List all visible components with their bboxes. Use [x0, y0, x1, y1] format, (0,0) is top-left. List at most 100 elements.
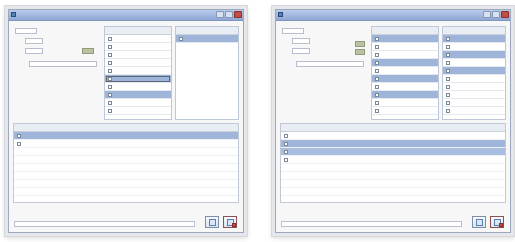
list-row[interactable]: [105, 35, 171, 43]
checkbox-icon[interactable]: [375, 109, 379, 113]
checkbox-icon[interactable]: [446, 77, 450, 81]
checkbox-icon[interactable]: [179, 37, 183, 41]
checkbox-icon[interactable]: [108, 101, 112, 105]
selected-row[interactable]: [372, 91, 438, 99]
detail-row[interactable]: [176, 35, 238, 43]
checkbox-icon[interactable]: [446, 93, 450, 97]
detail-row[interactable]: [443, 107, 505, 115]
maximize-icon[interactable]: [225, 11, 233, 18]
list-row[interactable]: [105, 43, 171, 51]
grid-row[interactable]: [281, 156, 505, 164]
list-row[interactable]: [372, 67, 438, 75]
detail-row[interactable]: [443, 51, 505, 59]
checkbox-icon[interactable]: [375, 69, 379, 73]
grid-row[interactable]: [281, 140, 505, 148]
list-row[interactable]: [105, 99, 171, 107]
checkbox-icon[interactable]: [446, 53, 450, 57]
checkbox-icon[interactable]: [17, 142, 21, 146]
checkbox-icon[interactable]: [446, 61, 450, 65]
checkbox-icon[interactable]: [375, 61, 379, 65]
checkbox-icon[interactable]: [108, 85, 112, 89]
field-box[interactable]: [25, 48, 43, 54]
combo-box[interactable]: [296, 61, 364, 67]
checkbox-icon[interactable]: [284, 134, 288, 138]
detail-row[interactable]: [443, 67, 505, 75]
list-row[interactable]: [372, 107, 438, 115]
checkbox-icon[interactable]: [108, 93, 112, 97]
checkbox-icon[interactable]: [108, 37, 112, 41]
detail-row[interactable]: [443, 59, 505, 67]
detail-row[interactable]: [443, 75, 505, 83]
checkbox-icon[interactable]: [446, 45, 450, 49]
checkbox-icon[interactable]: [108, 109, 112, 113]
checkbox-icon[interactable]: [375, 77, 379, 81]
checkbox-icon[interactable]: [446, 85, 450, 89]
checkbox-icon[interactable]: [446, 69, 450, 73]
checkbox-icon[interactable]: [446, 37, 450, 41]
grid-row[interactable]: [281, 188, 505, 196]
selected-row[interactable]: [372, 75, 438, 83]
grid-row[interactable]: [281, 164, 505, 172]
selected-row[interactable]: [372, 59, 438, 67]
document-icon-button[interactable]: [472, 216, 486, 228]
grid-row[interactable]: [281, 180, 505, 188]
close-icon[interactable]: [501, 11, 509, 18]
checkbox-icon[interactable]: [108, 61, 112, 65]
field-box[interactable]: [292, 38, 310, 44]
selected-row[interactable]: [372, 35, 438, 43]
combo-box[interactable]: [29, 61, 97, 67]
grid-row[interactable]: [14, 148, 238, 156]
checkbox-icon[interactable]: [446, 101, 450, 105]
checkbox-icon[interactable]: [375, 101, 379, 105]
search-document-icon-button[interactable]: [490, 216, 504, 228]
checkbox-icon[interactable]: [375, 53, 379, 57]
field-box[interactable]: [282, 28, 304, 34]
checkbox-icon[interactable]: [375, 45, 379, 49]
checkbox-icon[interactable]: [108, 77, 112, 81]
grid-row[interactable]: [14, 156, 238, 164]
footer-input[interactable]: [14, 221, 195, 227]
checkbox-icon[interactable]: [108, 53, 112, 57]
selected-row[interactable]: [105, 75, 171, 83]
grid-row[interactable]: [281, 132, 505, 140]
grid-row[interactable]: [14, 188, 238, 196]
checkbox-icon[interactable]: [108, 45, 112, 49]
grid-row[interactable]: [14, 164, 238, 172]
checkbox-icon[interactable]: [375, 37, 379, 41]
close-icon[interactable]: [234, 11, 242, 18]
checkbox-icon[interactable]: [284, 142, 288, 146]
checkbox-icon[interactable]: [108, 69, 112, 73]
detail-row[interactable]: [443, 91, 505, 99]
checkbox-icon[interactable]: [375, 85, 379, 89]
list-row[interactable]: [372, 83, 438, 91]
footer-input[interactable]: [281, 221, 462, 227]
list-row[interactable]: [105, 51, 171, 59]
list-row[interactable]: [105, 107, 171, 115]
detail-row[interactable]: [443, 99, 505, 107]
grid-row[interactable]: [281, 172, 505, 180]
list-row[interactable]: [372, 43, 438, 51]
grid-row[interactable]: [14, 172, 238, 180]
minimize-icon[interactable]: [483, 11, 491, 18]
detail-row[interactable]: [443, 83, 505, 91]
list-row[interactable]: [105, 83, 171, 91]
checkbox-icon[interactable]: [284, 150, 288, 154]
field-box[interactable]: [292, 48, 310, 54]
checkbox-icon[interactable]: [17, 134, 21, 138]
selected-row[interactable]: [105, 91, 171, 99]
search-document-icon-button[interactable]: [223, 216, 237, 228]
detail-row[interactable]: [443, 43, 505, 51]
grid-row[interactable]: [281, 148, 505, 156]
field-box[interactable]: [25, 38, 43, 44]
grid-row[interactable]: [14, 132, 238, 140]
minimize-icon[interactable]: [216, 11, 224, 18]
detail-row[interactable]: [443, 35, 505, 43]
list-row[interactable]: [105, 59, 171, 67]
field-box[interactable]: [15, 28, 37, 34]
document-icon-button[interactable]: [205, 216, 219, 228]
list-row[interactable]: [372, 99, 438, 107]
maximize-icon[interactable]: [492, 11, 500, 18]
checkbox-icon[interactable]: [446, 109, 450, 113]
checkbox-icon[interactable]: [284, 158, 288, 162]
list-row[interactable]: [105, 67, 171, 75]
